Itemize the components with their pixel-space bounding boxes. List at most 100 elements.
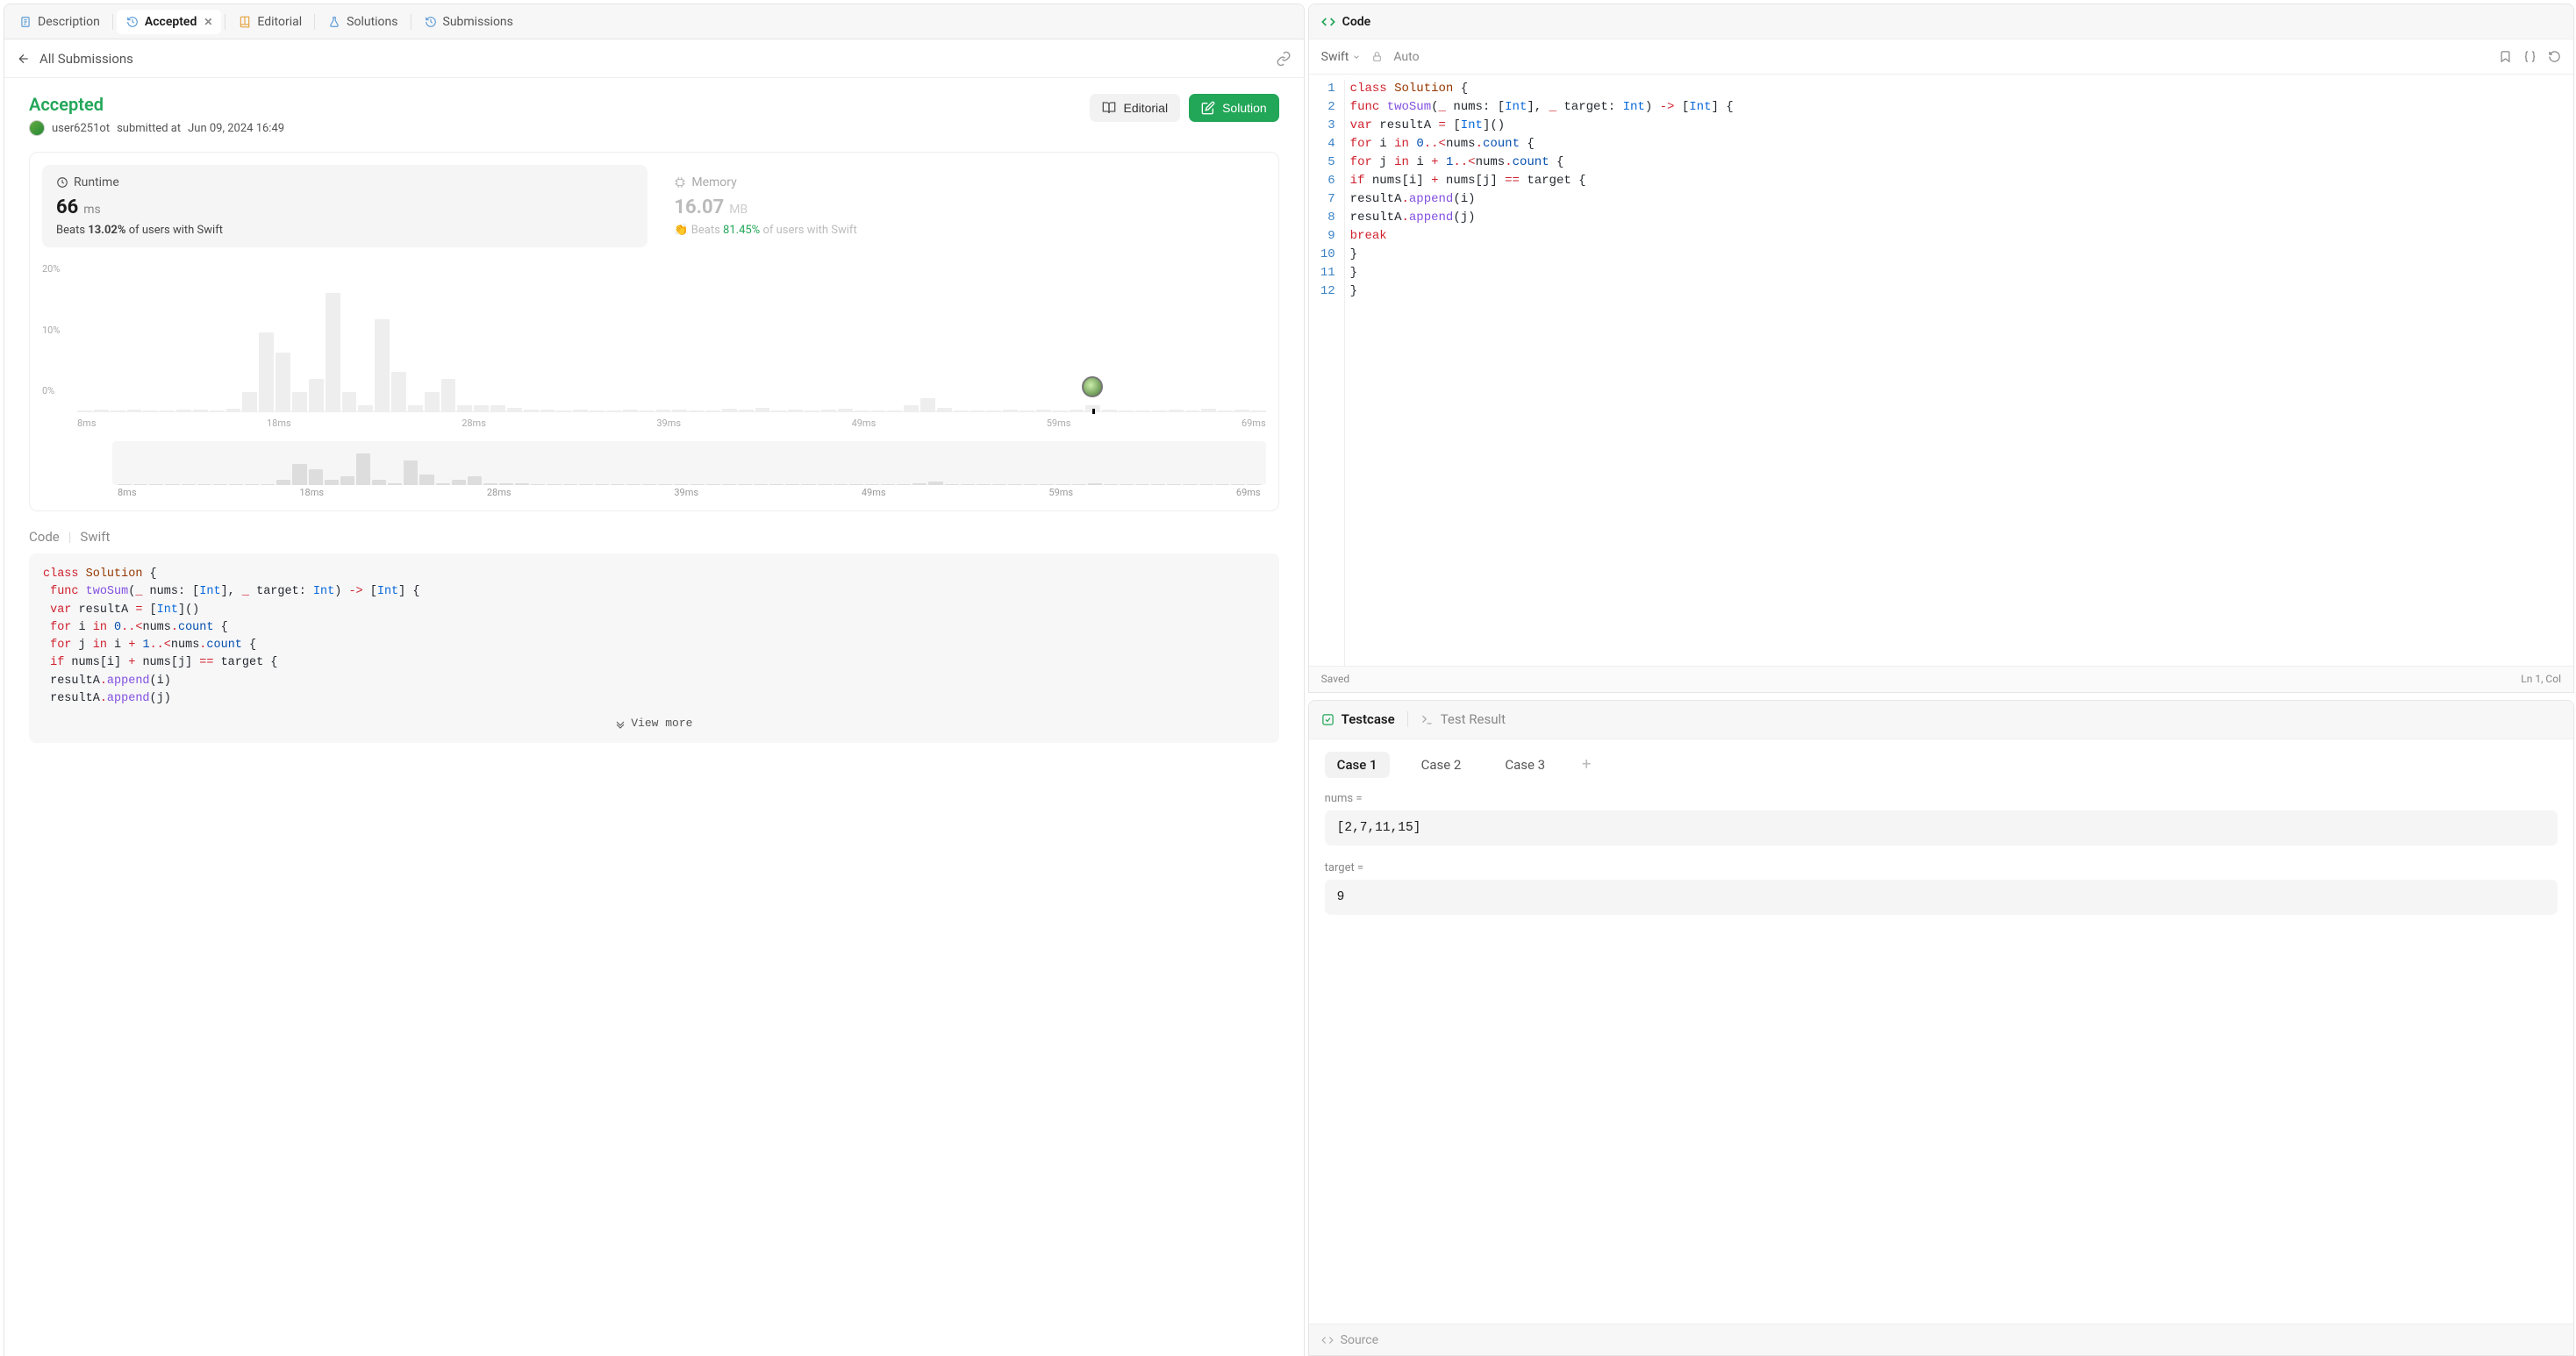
- memory-unit: MB: [729, 203, 748, 217]
- tab-editorial[interactable]: Editorial: [229, 10, 311, 34]
- history-icon: [424, 15, 438, 29]
- case-tab-3[interactable]: Case 3: [1492, 752, 1557, 778]
- sub-header: All Submissions: [4, 39, 1304, 78]
- bookmark-icon[interactable]: [2498, 50, 2512, 64]
- nums-input[interactable]: [2,7,11,15]: [1325, 810, 2558, 846]
- button-label: Editorial: [1123, 101, 1168, 115]
- language-selector[interactable]: Swift: [1321, 50, 1362, 64]
- beats-suffix: of users with Swift: [129, 224, 223, 237]
- chart-user-avatar[interactable]: [1082, 376, 1103, 397]
- testcase-header: Testcase Test Result: [1309, 701, 2573, 739]
- avatar[interactable]: [29, 120, 45, 136]
- source-label: Source: [1341, 1333, 1378, 1347]
- runtime-chart: 20%10%0% 8ms18ms28ms39ms49ms59ms69ms 8ms…: [42, 263, 1266, 498]
- code-editor-pane: Code Swift Auto: [1308, 4, 2574, 693]
- tab-label: Test Result: [1441, 711, 1506, 727]
- username[interactable]: user6251ot: [52, 122, 110, 135]
- tab-label: Testcase: [1342, 711, 1395, 727]
- metrics-card: Runtime 66 ms Beats 13.02% of users with…: [29, 152, 1279, 511]
- document-icon: [18, 15, 32, 29]
- close-icon[interactable]: ✕: [204, 16, 212, 28]
- back-icon[interactable]: [17, 52, 31, 66]
- status-title: Accepted: [29, 94, 284, 115]
- solution-button[interactable]: Solution: [1189, 94, 1279, 122]
- testcase-pane: Testcase Test Result Case 1 Case 2 Case 3 +…: [1308, 700, 2574, 1356]
- code-icon: [1321, 15, 1335, 29]
- code-header: Code: [1309, 4, 2573, 39]
- history-icon: [125, 15, 140, 29]
- add-case-button[interactable]: +: [1577, 755, 1596, 774]
- save-status: Saved: [1321, 673, 1349, 685]
- tab-label: Editorial: [257, 15, 302, 29]
- code-toolbar: Swift Auto: [1309, 39, 2573, 75]
- code-label: Code: [29, 529, 60, 545]
- tab-submissions[interactable]: Submissions: [415, 10, 522, 34]
- tab-label: Submissions: [443, 15, 513, 29]
- case-tab-2[interactable]: Case 2: [1409, 752, 1474, 778]
- left-tabs-bar: Description Accepted ✕ Editorial: [4, 4, 1304, 39]
- target-input[interactable]: 9: [1325, 880, 2558, 915]
- code-content: class Solution { func twoSum(_ nums: [In…: [43, 566, 1265, 708]
- reset-icon[interactable]: [2547, 50, 2561, 64]
- memory-value: 16.07: [674, 196, 724, 218]
- code-section-header: Code | Swift: [29, 529, 1279, 545]
- chevron-down-icon: [615, 718, 626, 729]
- chip-icon: [674, 176, 686, 189]
- chart-bars[interactable]: [77, 263, 1266, 412]
- editor-status-bar: Saved Ln 1, Col: [1309, 666, 2573, 692]
- beats-prefix: Beats: [691, 224, 720, 237]
- submitted-info: user6251ot submitted at Jun 09, 2024 16:…: [29, 120, 284, 136]
- submitted-prefix: submitted at: [117, 122, 181, 135]
- code-header-title: Code: [1342, 15, 1371, 29]
- tab-description[interactable]: Description: [10, 10, 109, 34]
- lang-label: Swift: [1321, 50, 1349, 64]
- nums-label: nums =: [1325, 792, 2558, 805]
- tab-label: Solutions: [347, 15, 397, 29]
- submitted-code-block: class Solution { func twoSum(_ nums: [In…: [29, 553, 1279, 743]
- runtime-beats-pct: 13.02%: [88, 224, 125, 237]
- memory-beats-pct: 81.45%: [723, 224, 760, 237]
- clock-icon: [56, 176, 68, 189]
- target-label: target =: [1325, 861, 2558, 874]
- code-icon: [1321, 1334, 1334, 1346]
- source-footer[interactable]: Source: [1309, 1324, 2573, 1355]
- flask-icon: [327, 15, 341, 29]
- runtime-unit: ms: [83, 203, 101, 217]
- tab-solutions[interactable]: Solutions: [318, 10, 406, 34]
- braces-icon[interactable]: [2522, 50, 2537, 64]
- tab-divider: [112, 14, 113, 30]
- chart-brush[interactable]: [112, 441, 1266, 485]
- lock-icon: [1371, 51, 1383, 62]
- metric-label: Runtime: [74, 175, 119, 189]
- beats-prefix: Beats: [56, 224, 85, 237]
- book-icon: [238, 15, 252, 29]
- tab-testcase[interactable]: Testcase: [1321, 711, 1395, 727]
- memory-tile[interactable]: Memory 16.07 MB 👏 Beats 81.45% of users …: [660, 165, 1265, 247]
- view-more-label: View more: [631, 715, 692, 732]
- book-open-icon: [1102, 101, 1116, 115]
- check-square-icon: [1321, 713, 1335, 726]
- tab-divider: [314, 14, 315, 30]
- terminal-icon: [1420, 713, 1434, 726]
- runtime-tile[interactable]: Runtime 66 ms Beats 13.02% of users with…: [42, 165, 648, 247]
- button-label: Solution: [1222, 101, 1267, 115]
- code-editor[interactable]: 123456789101112 class Solution {func two…: [1309, 75, 2573, 666]
- editorial-button[interactable]: Editorial: [1090, 94, 1180, 122]
- view-more-button[interactable]: View more: [43, 708, 1265, 734]
- tab-divider: [1407, 711, 1408, 727]
- case-tab-1[interactable]: Case 1: [1325, 752, 1390, 778]
- tab-test-result[interactable]: Test Result: [1420, 711, 1506, 727]
- cursor-position: Ln 1, Col: [2521, 673, 2561, 685]
- clap-icon: 👏: [674, 224, 688, 237]
- link-icon[interactable]: [1276, 51, 1292, 67]
- beats-suffix: of users with Swift: [762, 224, 856, 237]
- tab-label: Accepted: [145, 15, 197, 29]
- tab-accepted[interactable]: Accepted ✕: [117, 10, 222, 34]
- runtime-value: 66: [56, 196, 78, 218]
- submitted-at: Jun 09, 2024 16:49: [188, 122, 284, 135]
- code-lang: Swift: [80, 529, 110, 545]
- edit-icon: [1201, 101, 1215, 115]
- auto-label[interactable]: Auto: [1393, 50, 1419, 64]
- case-tabs: Case 1 Case 2 Case 3 +: [1325, 752, 2558, 778]
- breadcrumb-title[interactable]: All Submissions: [39, 51, 133, 67]
